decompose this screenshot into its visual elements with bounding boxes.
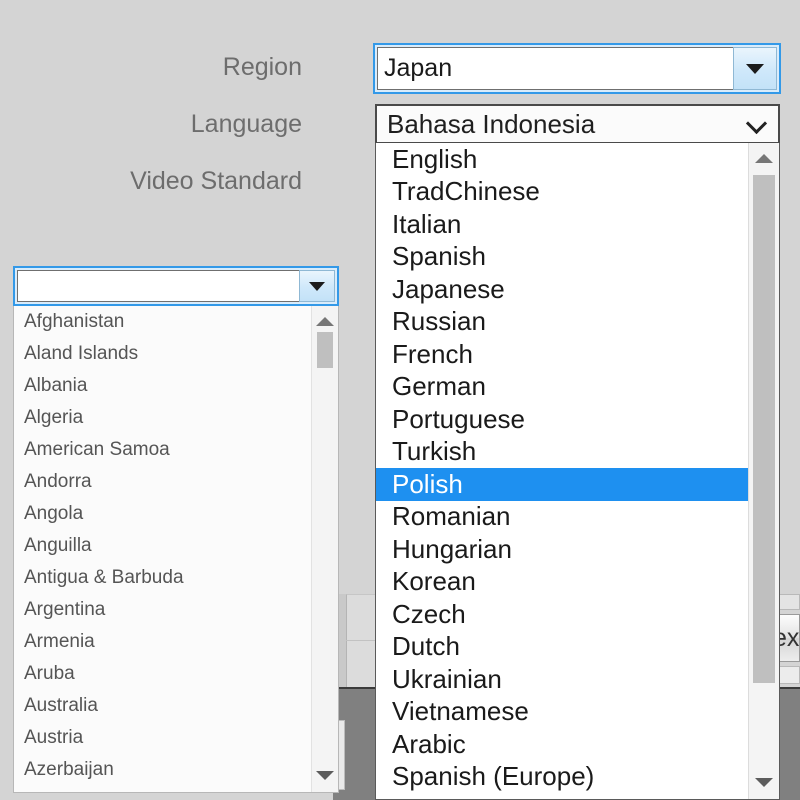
label-language: Language — [0, 102, 302, 159]
list-item[interactable]: Hungarian — [376, 533, 748, 566]
triangle-down-glyph — [316, 771, 334, 780]
form-label-column: Region Language Video Standard — [0, 45, 302, 216]
language-select-value: Bahasa Indonesia — [387, 109, 746, 140]
language-dropdown-list[interactable]: English TradChinese Italian Spanish Japa… — [375, 143, 780, 800]
list-item[interactable]: Portuguese — [376, 403, 748, 436]
scroll-down-arrow-icon[interactable] — [749, 771, 779, 793]
list-item[interactable]: Dutch — [376, 631, 748, 664]
country-dropdown-list[interactable]: Afghanistan Aland Islands Albania Algeri… — [13, 306, 339, 793]
list-item[interactable]: Anguilla — [14, 530, 311, 562]
list-item[interactable]: Czech — [376, 598, 748, 631]
language-option-list: English TradChinese Italian Spanish Japa… — [376, 143, 748, 799]
list-item[interactable]: Angola — [14, 498, 311, 530]
list-item[interactable]: Afghanistan — [14, 306, 311, 338]
scroll-down-arrow-icon[interactable] — [312, 764, 338, 786]
country-option-list: Afghanistan Aland Islands Albania Algeri… — [14, 306, 311, 792]
triangle-down-icon — [309, 282, 325, 291]
list-item[interactable]: Algeria — [14, 402, 311, 434]
list-item[interactable]: Australia — [14, 690, 311, 722]
list-item[interactable]: Aland Islands — [14, 338, 311, 370]
list-item[interactable]: American Samoa — [14, 434, 311, 466]
list-item[interactable]: Andorra — [14, 466, 311, 498]
chevron-down-icon — [746, 113, 768, 135]
region-dropdown-button[interactable] — [733, 47, 777, 90]
language-select[interactable]: Bahasa Indonesia — [375, 104, 780, 144]
list-item[interactable]: Antigua & Barbuda — [14, 562, 311, 594]
scrollbar-thumb[interactable] — [753, 175, 775, 683]
triangle-up-glyph — [316, 317, 334, 326]
country-combobox[interactable] — [13, 266, 339, 306]
country-list-scrollbar[interactable] — [311, 306, 338, 792]
list-item[interactable]: Turkish — [376, 436, 748, 469]
list-item[interactable]: Argentina — [14, 594, 311, 626]
list-item-selected[interactable]: Polish — [376, 468, 748, 501]
scrollbar-thumb[interactable] — [317, 332, 333, 368]
region-input[interactable] — [377, 47, 733, 90]
triangle-down-icon — [746, 64, 764, 74]
list-item[interactable]: Armenia — [14, 626, 311, 658]
list-item[interactable]: Russian — [376, 306, 748, 339]
list-item[interactable]: Romanian — [376, 501, 748, 534]
list-item[interactable]: Italian — [376, 208, 748, 241]
country-input[interactable] — [17, 270, 299, 302]
scroll-up-arrow-icon[interactable] — [312, 310, 338, 332]
label-video-standard: Video Standard — [0, 159, 302, 216]
list-item[interactable]: German — [376, 371, 748, 404]
region-combobox[interactable] — [373, 43, 781, 94]
list-item[interactable]: TradChinese — [376, 176, 748, 209]
list-item[interactable]: Japanese — [376, 273, 748, 306]
list-item[interactable]: Korean — [376, 566, 748, 599]
list-item[interactable]: Ukrainian — [376, 663, 748, 696]
list-item[interactable]: Arabic — [376, 728, 748, 761]
list-item[interactable]: Vietnamese — [376, 696, 748, 729]
language-list-scrollbar[interactable] — [748, 143, 779, 799]
country-dropdown-button[interactable] — [299, 270, 335, 302]
list-item[interactable]: English — [376, 143, 748, 176]
list-item[interactable]: Albania — [14, 370, 311, 402]
scroll-up-arrow-icon[interactable] — [749, 147, 779, 169]
triangle-up-glyph — [755, 154, 773, 163]
list-item[interactable]: Austria — [14, 722, 311, 754]
list-item[interactable]: Aruba — [14, 658, 311, 690]
app-root: ex Region Language Video Standard Bahasa… — [0, 0, 800, 800]
list-item[interactable]: Spanish (Europe) — [376, 761, 748, 794]
list-item[interactable]: French — [376, 338, 748, 371]
list-item[interactable]: Spanish — [376, 241, 748, 274]
triangle-down-glyph — [755, 778, 773, 787]
list-item[interactable]: Azerbaijan — [14, 754, 311, 786]
label-region: Region — [0, 45, 302, 102]
